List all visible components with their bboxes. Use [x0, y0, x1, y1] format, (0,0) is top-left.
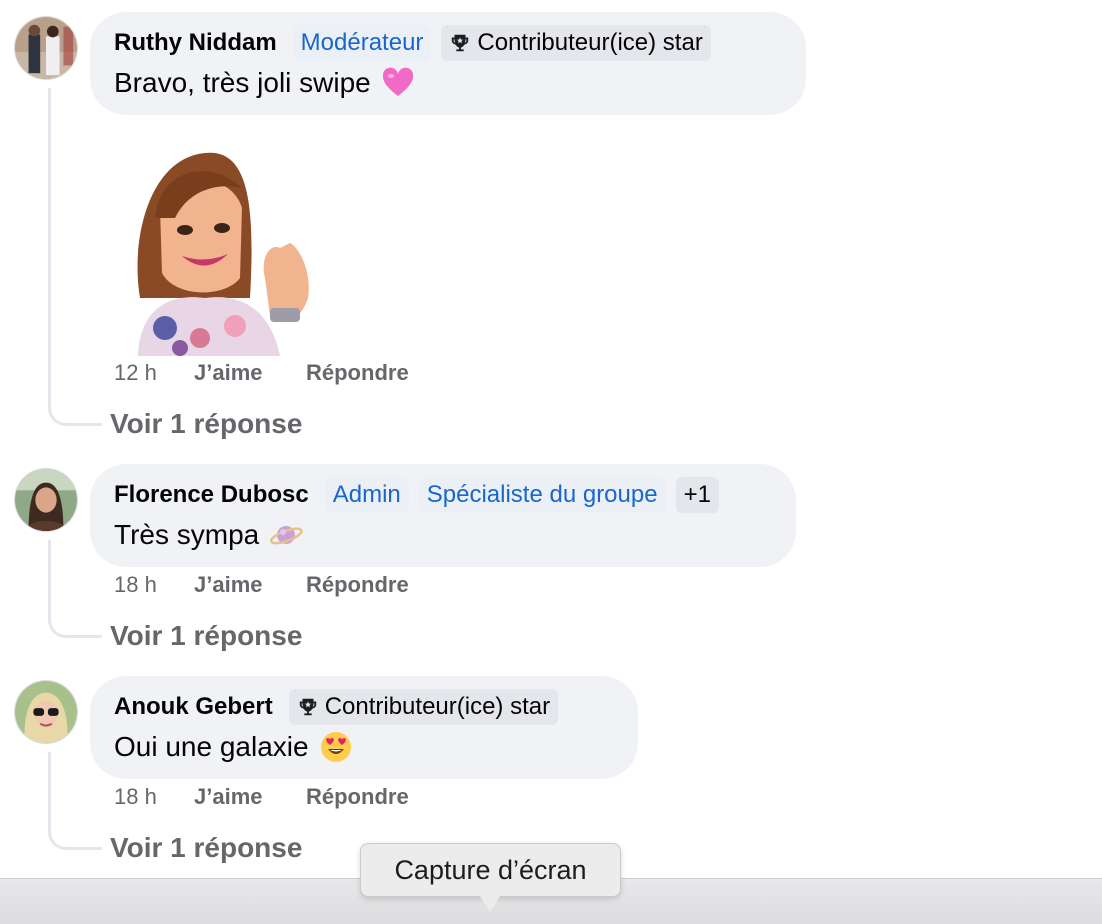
view-replies-link[interactable]: Voir 1 réponse — [110, 832, 302, 864]
reply-button[interactable]: Répondre — [306, 360, 409, 386]
badge-group-expert[interactable]: Spécialiste du groupe — [418, 477, 666, 513]
avatar-sticker-image[interactable] — [130, 148, 320, 356]
avatar-photo — [15, 17, 77, 79]
author-name[interactable]: Ruthy Niddam — [114, 29, 277, 57]
badge-moderator[interactable]: Modérateur — [292, 25, 432, 61]
avatar-photo — [15, 469, 77, 531]
tooltip-arrow — [480, 896, 500, 912]
pink-heart-emoji — [381, 66, 415, 100]
badge-more[interactable]: +1 — [675, 477, 719, 513]
comment-meta: 18 h J’aime Répondre — [114, 572, 409, 598]
comment-timestamp[interactable]: 18 h — [114, 572, 194, 598]
like-button[interactable]: J’aime — [194, 572, 306, 598]
comment-text: Oui une galaxie — [114, 724, 614, 770]
author-name[interactable]: Anouk Gebert — [114, 693, 273, 721]
avatar[interactable] — [14, 16, 78, 80]
avatar[interactable] — [14, 680, 78, 744]
comment-text-content: Très sympa — [114, 519, 260, 550]
thread-line — [48, 88, 102, 426]
like-button[interactable]: J’aime — [194, 360, 306, 386]
badge-label: Contributeur(ice) star — [324, 693, 551, 720]
ringed-planet-emoji — [269, 518, 303, 552]
reply-button[interactable]: Répondre — [306, 784, 409, 810]
badge-star-contributor[interactable]: Contributeur(ice) star — [288, 689, 559, 725]
view-replies-link[interactable]: Voir 1 réponse — [110, 408, 302, 440]
comment-bubble: Florence Dubosc Admin Spécialiste du gro… — [90, 464, 796, 567]
trophy-icon — [299, 698, 316, 716]
badge-admin[interactable]: Admin — [324, 477, 409, 513]
avatar[interactable] — [14, 468, 78, 532]
comment-meta: 12 h J’aime Répondre — [114, 360, 409, 386]
comment-bubble: Ruthy Niddam Modérateur Contributeur(ice… — [90, 12, 806, 115]
screenshot-tooltip: Capture d’écran — [360, 843, 621, 897]
badge-star-contributor[interactable]: Contributeur(ice) star — [441, 25, 711, 61]
like-button[interactable]: J’aime — [194, 784, 306, 810]
view-replies-link[interactable]: Voir 1 réponse — [110, 620, 302, 652]
badge-label: Admin — [332, 481, 401, 508]
comment-text-content: Bravo, très joli swipe — [114, 67, 371, 98]
badge-label: Contributeur(ice) star — [477, 29, 703, 56]
trophy-icon — [452, 34, 469, 52]
heart-eyes-emoji — [319, 730, 353, 764]
author-name[interactable]: Florence Dubosc — [114, 481, 309, 509]
thread-line — [48, 540, 102, 638]
comment-timestamp[interactable]: 18 h — [114, 784, 194, 810]
comment-text: Très sympa — [114, 512, 772, 558]
badge-label: Modérateur — [300, 29, 424, 56]
badge-label: Spécialiste du groupe — [426, 481, 658, 508]
reply-button[interactable]: Répondre — [306, 572, 409, 598]
avatar-photo — [15, 681, 77, 743]
comment-text-content: Oui une galaxie — [114, 731, 309, 762]
comment-meta: 18 h J’aime Répondre — [114, 784, 409, 810]
comment-text: Bravo, très joli swipe — [114, 60, 782, 106]
badge-label: +1 — [683, 481, 711, 508]
comment-timestamp[interactable]: 12 h — [114, 360, 194, 386]
comment-bubble: Anouk Gebert Contributeur(ice) star Oui … — [90, 676, 638, 779]
thread-line — [48, 752, 102, 850]
